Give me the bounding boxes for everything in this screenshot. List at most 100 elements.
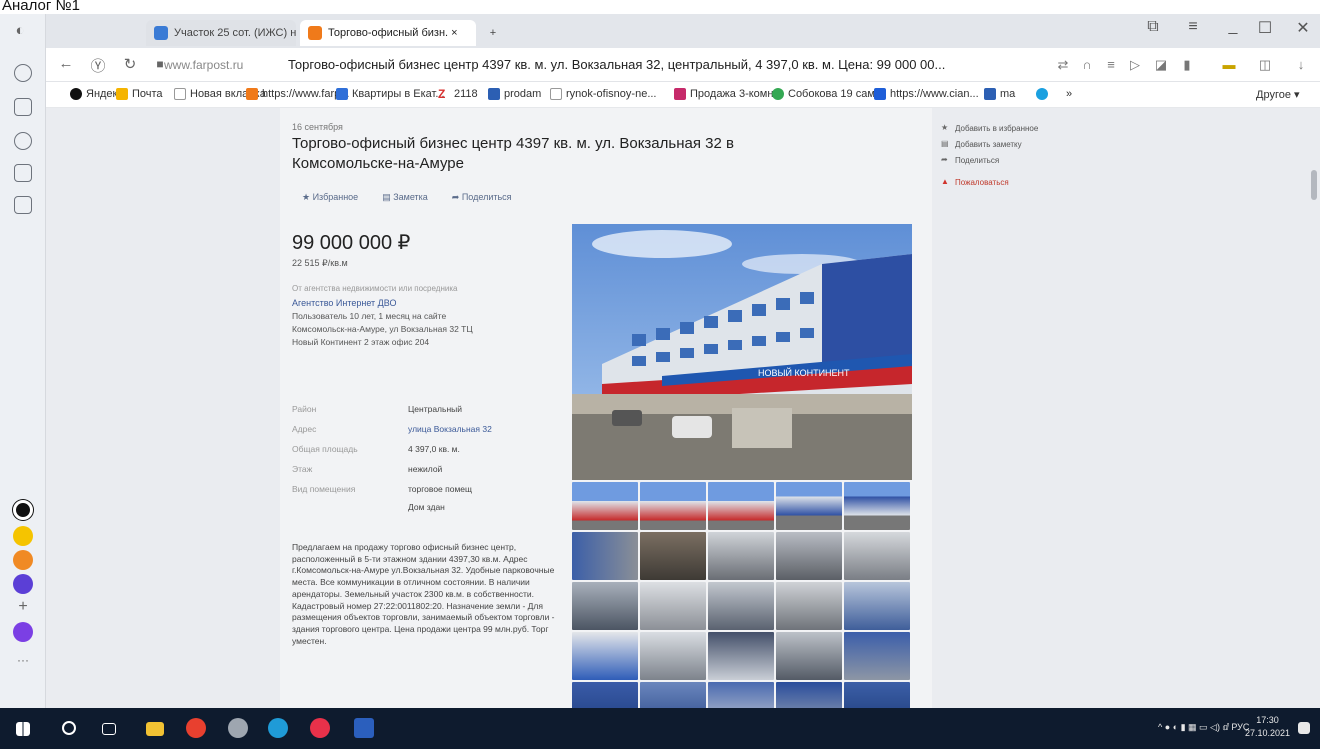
tab-office-center[interactable]: Торгово-офисный бизн. × (300, 20, 476, 46)
new-tab-button[interactable]: + (480, 20, 506, 46)
photo-thumbnail[interactable] (640, 532, 706, 580)
sidebar-add-note[interactable]: ▤ Добавить заметку (941, 136, 1111, 152)
bookmark-item[interactable]: https://www.farp... (246, 88, 349, 100)
reader-icon[interactable]: ∩ (1080, 57, 1094, 72)
history-icon[interactable] (14, 64, 32, 82)
sidebar-share[interactable]: ➦ Поделиться (941, 152, 1111, 168)
alice-icon[interactable] (13, 622, 33, 642)
bookmark-item[interactable]: prodam (488, 88, 541, 100)
maximize-button[interactable]: ☐ (1254, 18, 1276, 38)
more-icon[interactable]: ··· (13, 654, 33, 674)
scrollbar-thumb[interactable] (1311, 170, 1317, 200)
address-link[interactable]: улица Вокзальная 32 (408, 424, 492, 434)
bookmark-item[interactable]: https://www.cian... (874, 88, 979, 100)
notifications-icon[interactable] (1298, 722, 1310, 734)
add-icon[interactable]: + (13, 598, 33, 618)
photo-thumbnail[interactable] (708, 532, 774, 580)
bookmark-item[interactable]: Продажа 3-комн... (674, 88, 783, 100)
collections-button[interactable]: ⧉ (1142, 18, 1164, 36)
word-icon[interactable] (354, 718, 374, 738)
photo-thumbnail[interactable] (844, 632, 910, 680)
photo-thumbnail[interactable] (640, 582, 706, 630)
photo-thumbnail[interactable] (572, 482, 638, 530)
list-icon[interactable]: ≡ (1104, 57, 1118, 72)
bookmark-item[interactable]: ma (984, 88, 1015, 100)
app-icon-2[interactable] (13, 526, 33, 546)
url-title[interactable]: Торгово-офисный бизнес центр 4397 кв. м.… (288, 57, 1008, 72)
bookmark-item[interactable]: Собокова 19 сам... (772, 88, 884, 100)
photo-thumbnail[interactable] (776, 682, 842, 708)
agency-name[interactable]: Агентство Интернет ДВО (292, 298, 396, 308)
sidebar-report[interactable]: ▲ Пожаловаться (941, 174, 1111, 190)
app-icon-3[interactable] (13, 550, 33, 570)
photo-thumbnail[interactable] (844, 482, 910, 530)
bookmark-icon[interactable]: ▮ (1180, 57, 1194, 72)
app-icon[interactable] (228, 718, 248, 738)
photo-thumbnail[interactable] (572, 632, 638, 680)
close-button[interactable]: ✕ (1292, 18, 1314, 38)
menu-button[interactable]: ≡ (1182, 18, 1204, 36)
photo-thumbnail[interactable] (708, 482, 774, 530)
site-icon (984, 88, 996, 100)
photo-thumbnail[interactable] (776, 482, 842, 530)
downloads-icon[interactable] (14, 196, 32, 214)
battery-icon[interactable]: ▬ (1222, 57, 1236, 72)
yandex-icon[interactable]: Ⓨ (88, 55, 108, 76)
photo-thumbnail[interactable] (640, 482, 706, 530)
bookmark-item[interactable]: rynok-ofisnoy-ne... (550, 88, 656, 100)
yandex-browser-icon[interactable] (186, 718, 206, 738)
search-icon[interactable] (62, 721, 76, 735)
photo-thumbnail[interactable] (776, 632, 842, 680)
photo-thumbnail[interactable] (776, 582, 842, 630)
note-action[interactable]: ▤ Заметка (382, 192, 428, 203)
play-icon[interactable] (14, 132, 32, 150)
reload-icon[interactable]: ↻ (120, 55, 140, 73)
tab-plot[interactable]: Участок 25 сот. (ИЖС) на ... (146, 20, 296, 46)
file-explorer-icon[interactable] (146, 722, 164, 736)
photo-thumbnail[interactable] (776, 532, 842, 580)
translate-icon[interactable]: ⇄ (1056, 57, 1070, 72)
edge-icon[interactable] (268, 718, 288, 738)
extension-icon[interactable]: ▷ (1128, 57, 1142, 72)
protect-icon[interactable]: ◪ (1154, 57, 1168, 72)
minimize-button[interactable]: _ (1222, 18, 1244, 36)
app-icon-4[interactable] (13, 574, 33, 594)
download-icon[interactable]: ↓ (1294, 57, 1308, 72)
listing-title: Торгово-офисный бизнес центр 4397 кв. м.… (292, 135, 734, 172)
photo-thumbnail[interactable] (640, 682, 706, 708)
sidebar-add-favorite[interactable]: ★ Добавить в избранное (941, 120, 1111, 136)
share-action[interactable]: ➦ Поделиться (452, 192, 512, 203)
photo-thumbnail[interactable] (572, 582, 638, 630)
bookmark-item[interactable] (1036, 88, 1052, 100)
photo-thumbnail[interactable] (844, 532, 910, 580)
photo-thumbnail[interactable] (844, 682, 910, 708)
tabs-menu-icon[interactable]: ◐ (10, 22, 30, 39)
photo-thumbnail[interactable] (708, 582, 774, 630)
opera-icon[interactable] (310, 718, 330, 738)
task-view-icon[interactable] (102, 723, 116, 735)
main-photo[interactable]: НОВЫЙ КОНТИНЕНТ (572, 224, 912, 480)
bookmark-item[interactable]: Почта (116, 88, 163, 100)
clock[interactable]: 17:30 27.10.2021 (1245, 714, 1290, 740)
bookmarks-overflow[interactable]: » (1066, 88, 1072, 100)
bookmark-item[interactable]: Z 2118 (438, 88, 478, 100)
other-bookmarks[interactable]: Другое ▾ (1256, 88, 1300, 101)
photo-thumbnail[interactable] (708, 682, 774, 708)
collections-icon[interactable] (14, 98, 32, 116)
url-domain[interactable]: www.farpost.ru (164, 58, 243, 72)
page-scrollbar[interactable] (1308, 108, 1320, 708)
favorite-action[interactable]: ★ Избранное (302, 192, 358, 203)
photo-thumbnail[interactable] (708, 632, 774, 680)
start-icon[interactable] (16, 722, 30, 736)
photo-thumbnail[interactable] (640, 632, 706, 680)
screenshot-icon[interactable] (14, 164, 32, 182)
bookmark-item[interactable]: Квартиры в Екат... (336, 88, 445, 100)
sidebar-label: Пожаловаться (955, 177, 1009, 187)
chat-icon[interactable]: ◫ (1258, 57, 1272, 72)
photo-thumbnail[interactable] (572, 532, 638, 580)
photo-thumbnail[interactable] (572, 682, 638, 708)
app-icon-1[interactable] (13, 500, 33, 520)
back-icon[interactable]: ← (56, 55, 76, 72)
photo-thumbnail[interactable] (844, 582, 910, 630)
system-tray[interactable]: ^ ● ◐ ▮ ▦ ▭ ◁) ⅆ РУС (1158, 722, 1249, 733)
